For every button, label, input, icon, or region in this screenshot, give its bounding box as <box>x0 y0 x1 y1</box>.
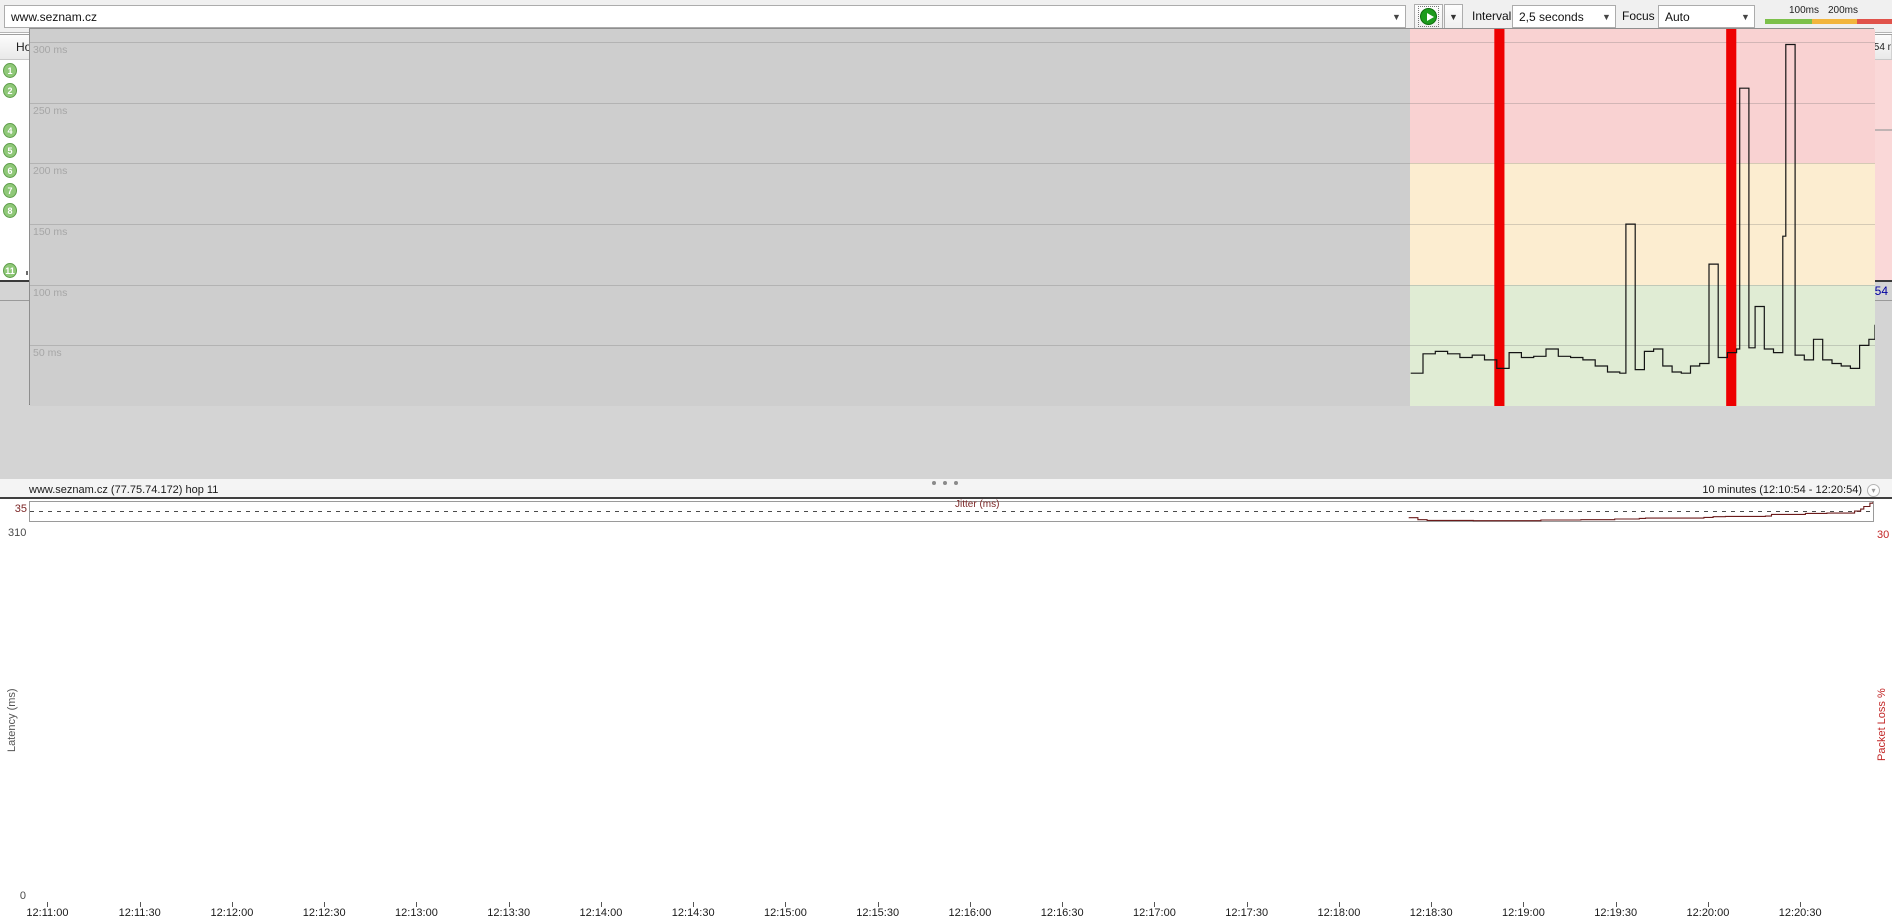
time-axis-label: 12:13:30 <box>487 907 530 919</box>
time-axis-label: 12:17:30 <box>1225 907 1268 919</box>
time-axis-tick <box>1247 902 1248 907</box>
legend-100ms-label: 100ms <box>1789 5 1819 16</box>
time-axis-tick <box>47 902 48 907</box>
time-axis-label: 12:20:00 <box>1687 907 1730 919</box>
hop-number-badge: 6 <box>3 163 17 178</box>
time-axis-label: 12:14:00 <box>580 907 623 919</box>
time-axis-label: 12:11:30 <box>119 907 161 919</box>
focus-combo[interactable]: Auto ▼ <box>1658 5 1755 28</box>
time-axis-tick <box>1523 902 1524 907</box>
time-axis-tick <box>324 902 325 907</box>
hop-number-badge: 11 <box>3 263 17 278</box>
hop-number-badge: 5 <box>3 143 17 158</box>
y-axis-title: Latency (ms) <box>6 640 18 800</box>
legend-segment <box>1857 19 1892 24</box>
time-axis-tick <box>232 902 233 907</box>
target-address-value[interactable]: www.seznam.cz <box>5 10 1388 24</box>
time-axis-tick <box>693 902 694 907</box>
pane-splitter[interactable]: www.seznam.cz (77.75.74.172) hop 11 10 m… <box>0 479 1892 497</box>
time-axis-tick <box>416 902 417 907</box>
hop-number-badge: 1 <box>3 63 17 78</box>
packet-loss-axis-title: Packet Loss % <box>1876 645 1888 805</box>
hop-number-badge: 4 <box>3 123 17 138</box>
chevron-down-icon[interactable]: ▼ <box>1598 12 1615 22</box>
packet-loss-axis-max: 30 <box>1877 529 1889 541</box>
start-trace-button[interactable] <box>1414 4 1443 29</box>
chevron-down-icon[interactable]: ▼ <box>1388 12 1405 22</box>
time-axis-tick <box>1616 902 1617 907</box>
timeline-panel: 35 Jitter (ms) <box>0 499 1892 924</box>
time-axis-tick <box>1339 902 1340 907</box>
time-axis-tick <box>509 902 510 907</box>
legend-gradient-bar <box>1765 19 1892 24</box>
time-axis-tick <box>878 902 879 907</box>
latency-timeline-chart <box>30 29 1875 406</box>
time-axis-label: 12:15:00 <box>764 907 807 919</box>
latency-color-legend: 100ms 200ms <box>1765 3 1892 29</box>
time-axis-tick <box>140 902 141 907</box>
time-axis-tick <box>785 902 786 907</box>
time-axis-label: 12:18:00 <box>1318 907 1361 919</box>
time-axis-label: 12:18:30 <box>1410 907 1453 919</box>
time-axis-label: 12:16:30 <box>1041 907 1084 919</box>
time-axis-label: 12:15:30 <box>856 907 899 919</box>
time-axis-label: 12:16:00 <box>949 907 992 919</box>
time-axis-label: 12:13:00 <box>395 907 438 919</box>
y-axis-max: 310 <box>8 527 26 539</box>
time-axis-label: 12:12:00 <box>211 907 254 919</box>
time-axis-label: 12:14:30 <box>672 907 715 919</box>
hop-number-badge: 2 <box>3 83 17 98</box>
hop-number-badge: 8 <box>3 203 17 218</box>
time-axis-tick <box>1708 902 1709 907</box>
legend-200ms-label: 200ms <box>1828 5 1858 16</box>
interval-value[interactable]: 2,5 seconds <box>1513 10 1598 24</box>
time-axis-label: 12:12:30 <box>303 907 346 919</box>
time-axis-tick <box>601 902 602 907</box>
time-axis-tick <box>1800 902 1801 907</box>
time-axis-label: 12:19:30 <box>1594 907 1637 919</box>
start-trace-dropdown-button[interactable]: ▼ <box>1444 4 1463 29</box>
interval-label: Interval <box>1472 9 1511 23</box>
time-axis-label: 12:20:30 <box>1779 907 1822 919</box>
time-axis-tick <box>1431 902 1432 907</box>
target-address-combo[interactable]: www.seznam.cz ▼ <box>4 5 1406 28</box>
time-axis-tick <box>970 902 971 907</box>
time-axis-label: 12:19:00 <box>1502 907 1545 919</box>
time-axis: 12:11:00 12:11:30 12:12:00 12:12:30 12:13:00… <box>29 905 1874 924</box>
time-axis-tick <box>1062 902 1063 907</box>
hop-number-badge: 7 <box>3 183 17 198</box>
legend-segment <box>1765 19 1812 24</box>
pingplotter-window: www.seznam.cz ▼ ▼ Interval 2,5 seconds ▼… <box>0 0 1892 924</box>
timeline-range-label: 10 minutes (12:10:54 - 12:20:54) <box>1702 484 1862 496</box>
timeline-target-title: www.seznam.cz (77.75.74.172) hop 11 <box>29 484 218 496</box>
legend-segment <box>1812 19 1857 24</box>
time-axis-label: 12:11:00 <box>26 907 68 919</box>
time-axis-tick <box>1154 902 1155 907</box>
interval-combo[interactable]: 2,5 seconds ▼ <box>1512 5 1616 28</box>
jitter-axis-max: 35 <box>10 503 27 515</box>
splitter-grip-icon[interactable] <box>932 481 958 485</box>
focus-rectangle <box>1418 6 1439 27</box>
play-icon <box>1420 8 1437 25</box>
latency-timeline-plot[interactable]: 300 ms250 ms200 ms150 ms100 ms50 ms <box>29 28 1874 405</box>
jitter-line-chart <box>30 502 1873 524</box>
y-axis-zero: 0 <box>8 890 26 902</box>
focus-value[interactable]: Auto <box>1659 10 1737 24</box>
chevron-down-icon[interactable]: ▼ <box>1737 12 1754 22</box>
focus-label: Focus <box>1622 9 1655 23</box>
timeline-options-chevron-icon[interactable]: ▾ <box>1867 484 1880 497</box>
jitter-strip[interactable]: Jitter (ms) <box>29 501 1874 522</box>
time-axis-label: 12:17:00 <box>1133 907 1176 919</box>
